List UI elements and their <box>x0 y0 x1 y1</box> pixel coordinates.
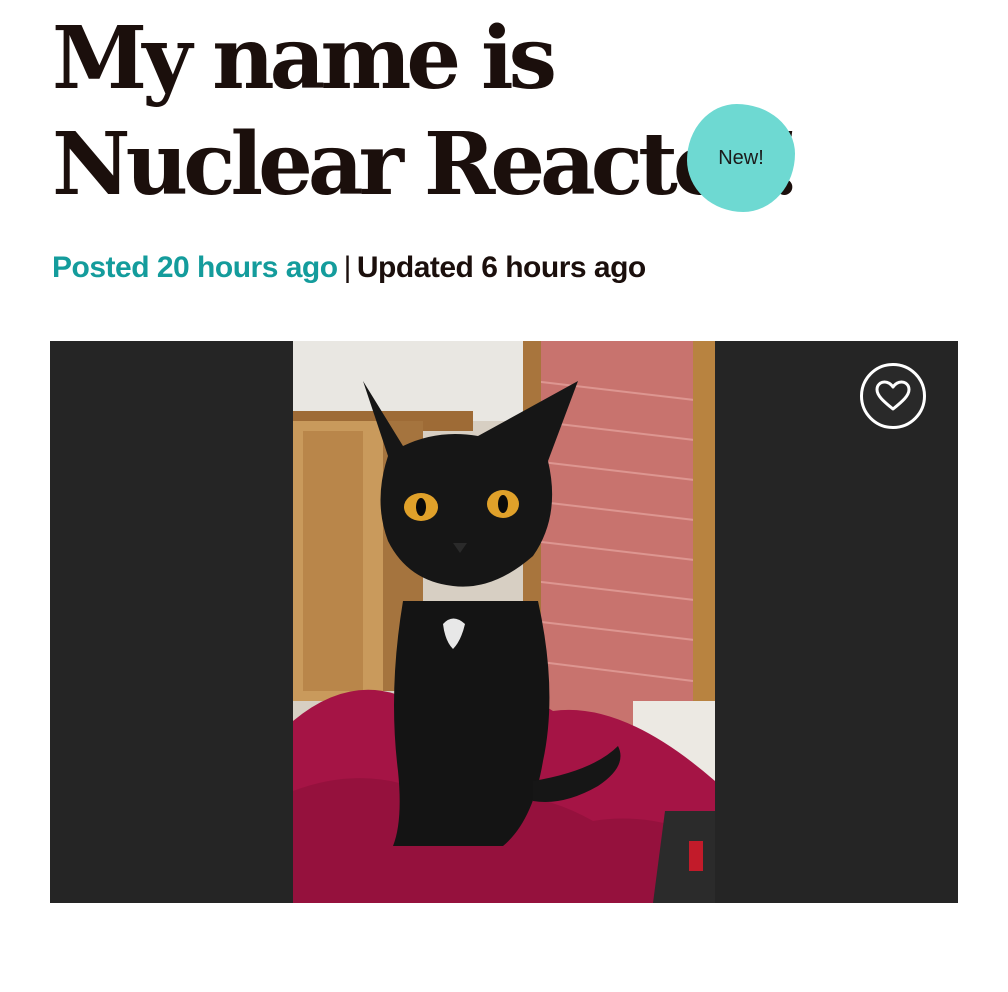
pet-detail-page: My name is Nuclear Reactor! New! Posted … <box>0 0 1008 992</box>
title-line-1: My name is <box>52 8 557 109</box>
post-meta: Posted 20 hours ago | Updated 6 hours ago <box>52 250 646 286</box>
heart-outline-icon <box>875 380 911 411</box>
updated-time: Updated 6 hours ago <box>356 251 646 284</box>
pet-photo[interactable] <box>293 341 715 903</box>
meta-separator: | <box>343 251 352 284</box>
pet-name-title: My name is Nuclear Reactor! <box>52 6 803 218</box>
posted-time: Posted 20 hours ago <box>52 251 338 284</box>
photo-gallery[interactable] <box>50 341 958 903</box>
favorite-button[interactable] <box>860 363 926 429</box>
black-cat-photo <box>293 341 715 903</box>
new-badge: New! <box>687 104 795 212</box>
